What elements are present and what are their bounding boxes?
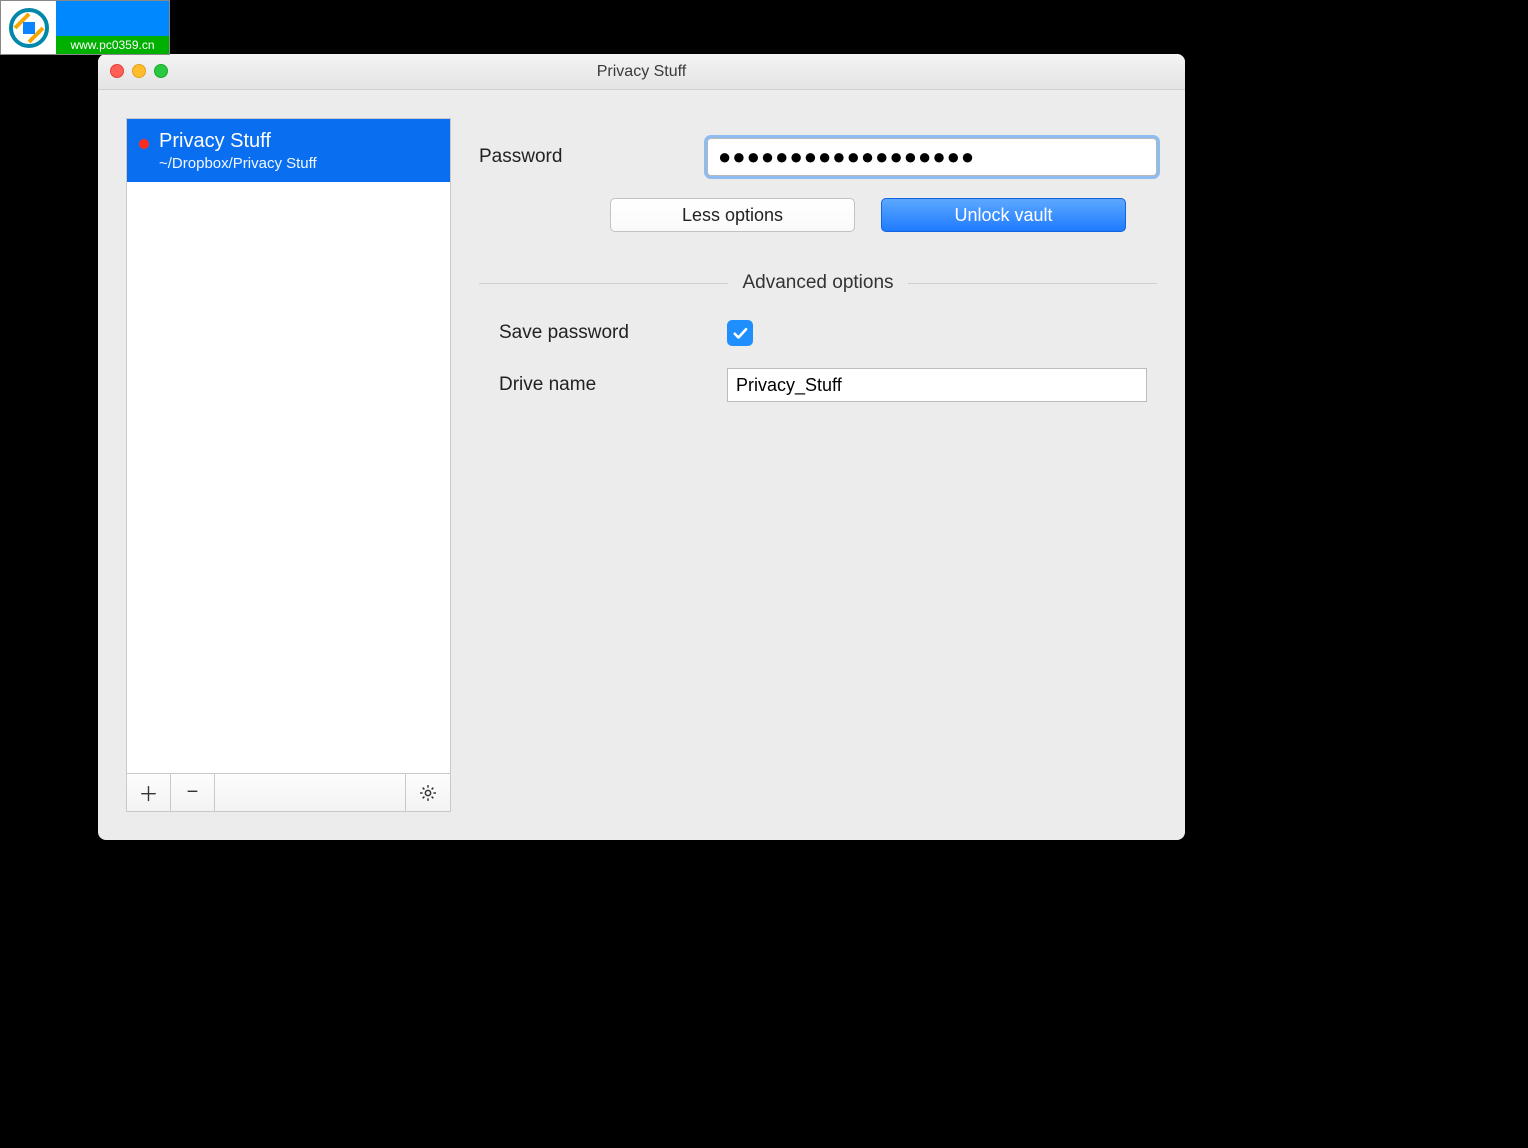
- remove-vault-button[interactable]: −: [171, 774, 215, 811]
- password-row: Password: [479, 138, 1157, 176]
- watermark-blue-bar: [56, 1, 169, 36]
- watermark-url: www.pc0359.cn: [56, 36, 169, 54]
- less-options-button[interactable]: Less options: [610, 198, 855, 232]
- titlebar[interactable]: Privacy Stuff: [98, 54, 1185, 90]
- plus-icon: ＋: [139, 778, 159, 807]
- vault-item[interactable]: Privacy Stuff ~/Dropbox/Privacy Stuff: [127, 119, 450, 182]
- save-password-label: Save password: [499, 322, 727, 344]
- password-label: Password: [479, 146, 707, 168]
- vault-path: ~/Dropbox/Privacy Stuff: [159, 155, 436, 172]
- vault-sidebar: Privacy Stuff ~/Dropbox/Privacy Stuff ＋ …: [126, 118, 451, 812]
- minimize-icon[interactable]: [132, 64, 146, 78]
- zoom-icon[interactable]: [154, 64, 168, 78]
- vault-status-dot-icon: [139, 139, 149, 149]
- save-password-checkbox[interactable]: [727, 320, 753, 346]
- advanced-divider: Advanced options: [479, 272, 1157, 294]
- button-row: Less options Unlock vault: [579, 198, 1157, 232]
- app-window: Privacy Stuff Privacy Stuff ~/Dropbox/Pr…: [98, 54, 1185, 840]
- drive-name-input[interactable]: [727, 368, 1147, 402]
- drive-name-label: Drive name: [499, 374, 727, 396]
- watermark-badge: www.pc0359.cn: [0, 0, 170, 55]
- vault-list: Privacy Stuff ~/Dropbox/Privacy Stuff: [127, 119, 450, 773]
- vault-name: Privacy Stuff: [159, 129, 436, 153]
- drive-name-row: Drive name: [479, 368, 1157, 402]
- traffic-lights: [110, 64, 168, 78]
- unlock-vault-button[interactable]: Unlock vault: [881, 198, 1126, 232]
- window-title: Privacy Stuff: [597, 63, 687, 81]
- settings-button[interactable]: [406, 774, 450, 811]
- save-password-row: Save password: [479, 320, 1157, 346]
- main-panel: Password Less options Unlock vault Advan…: [479, 118, 1157, 812]
- add-vault-button[interactable]: ＋: [127, 774, 171, 811]
- unlock-vault-label: Unlock vault: [954, 205, 1052, 226]
- watermark-right: www.pc0359.cn: [56, 1, 169, 54]
- advanced-title: Advanced options: [728, 272, 907, 294]
- close-icon[interactable]: [110, 64, 124, 78]
- toolbar-spacer: [215, 774, 406, 811]
- gear-icon: [418, 783, 438, 803]
- password-input[interactable]: [707, 138, 1157, 176]
- sidebar-toolbar: ＋ −: [127, 773, 450, 811]
- less-options-label: Less options: [682, 205, 783, 226]
- check-icon: [731, 324, 749, 342]
- watermark-logo-icon: [1, 1, 56, 54]
- content-area: Privacy Stuff ~/Dropbox/Privacy Stuff ＋ …: [98, 90, 1185, 840]
- minus-icon: −: [187, 781, 199, 804]
